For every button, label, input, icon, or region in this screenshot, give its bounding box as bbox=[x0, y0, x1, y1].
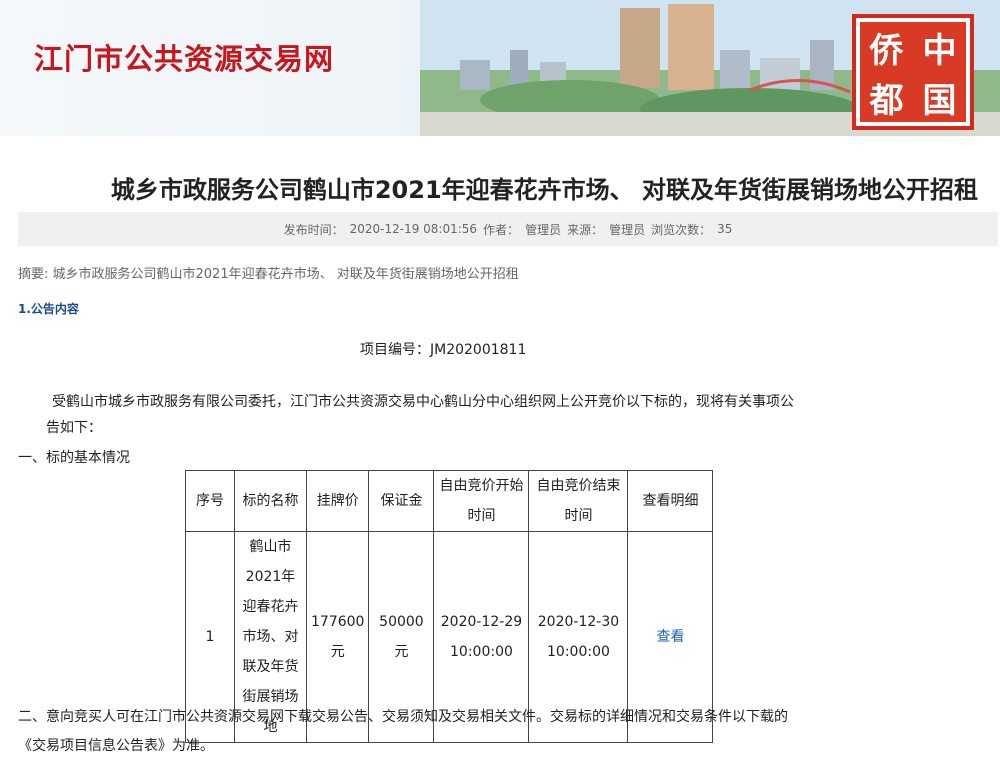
article-title: 城乡市政服务公司鹤山市2021年迎春花卉市场、 对联及年货街展销场地公开招租 bbox=[110, 176, 978, 204]
subheading-download-info: 二、意向竞买人可在江门市公共资源交易网下载交易公告、交易须知及交易相关文件。交易… bbox=[18, 703, 898, 761]
source: 管理员 bbox=[609, 222, 646, 237]
seal-char: 国 bbox=[922, 80, 957, 121]
project-number: 项目编号：JM202001811 bbox=[360, 342, 527, 358]
table-header-row: 序号 标的名称 挂牌价 保证金 自由竞价开始时间 自由竞价结束时间 查看明细 bbox=[185, 470, 714, 532]
author-label: 作者： bbox=[483, 222, 520, 237]
seal-char: 中 bbox=[922, 30, 957, 71]
header-cell: 序号 bbox=[185, 470, 235, 532]
section-heading: 1.公告内容 bbox=[18, 302, 79, 316]
site-title[interactable]: 江门市公共资源交易网 bbox=[34, 36, 334, 78]
download-info-line: 《交易项目信息公告表》为准。 bbox=[18, 738, 214, 754]
publish-time: 2020-12-19 08:01:56 bbox=[349, 222, 478, 236]
article-meta: 发布时间： 2020-12-19 08:01:56 作者： 管理员 来源： 管理… bbox=[18, 212, 998, 246]
site-banner: 江门市公共资源交易网 侨 中 都 国 bbox=[0, 0, 1000, 136]
views-label: 浏览次数： bbox=[651, 222, 712, 237]
source-label: 来源： bbox=[567, 222, 604, 237]
header-cell: 标的名称 bbox=[234, 470, 307, 532]
publish-label: 发布时间： bbox=[283, 222, 344, 237]
intro-paragraph: 受鹤山市城乡市政服务有限公司委托，江门市公共资源交易中心鹤山分中心组织网上公开竞… bbox=[52, 394, 794, 410]
seal-logo: 侨 中 都 国 bbox=[852, 14, 974, 130]
header-cell: 保证金 bbox=[368, 470, 435, 532]
seal-char: 侨 bbox=[869, 30, 904, 71]
author: 管理员 bbox=[525, 222, 562, 237]
header-cell: 自由竞价结束时间 bbox=[528, 470, 629, 532]
seal-char: 都 bbox=[869, 80, 904, 121]
subheading-basic-info: 一、标的基本情况 bbox=[18, 450, 130, 466]
views-count: 35 bbox=[717, 222, 733, 236]
header-cell: 自由竞价开始时间 bbox=[433, 470, 530, 532]
view-details-link[interactable]: 查看 bbox=[656, 629, 684, 645]
intro-paragraph-end: 告如下： bbox=[46, 420, 102, 436]
article-summary: 摘要: 城乡市政服务公司鹤山市2021年迎春花卉市场、 对联及年货街展销场地公开… bbox=[18, 267, 519, 282]
header-cell: 查看明细 bbox=[627, 470, 714, 532]
header-cell: 挂牌价 bbox=[305, 470, 370, 532]
download-info-line: 二、意向竞买人可在江门市公共资源交易网下载交易公告、交易须知及交易相关文件。交易… bbox=[18, 709, 788, 725]
